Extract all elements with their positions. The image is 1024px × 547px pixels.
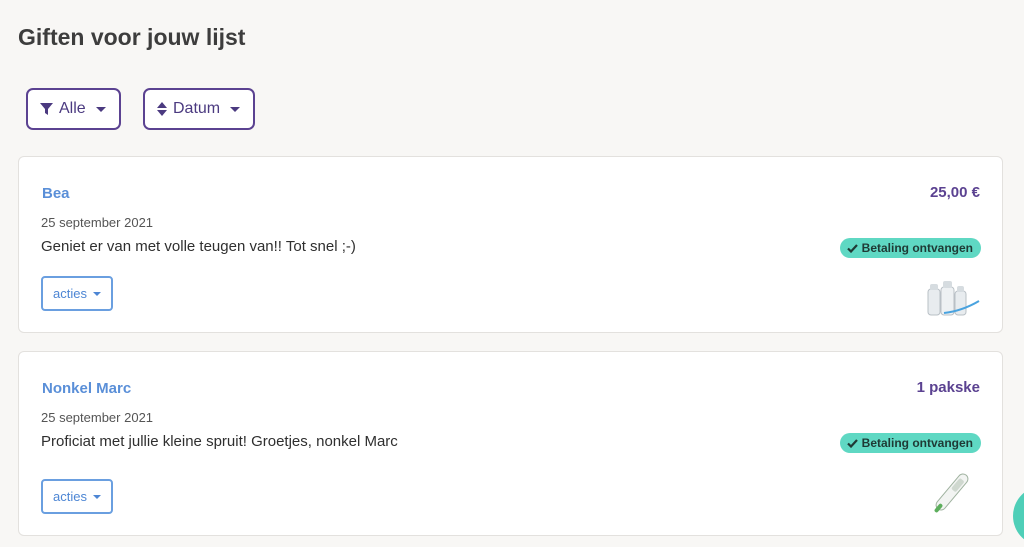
status-label: Betaling ontvangen (861, 436, 973, 450)
page-title: Giften voor jouw lijst (18, 24, 246, 50)
sort-label: Datum (173, 100, 221, 117)
chevron-down-icon (92, 494, 101, 499)
actions-button[interactable]: acties (41, 276, 113, 311)
gift-message: Proficiat met jullie kleine spruit! Groe… (41, 433, 398, 450)
filter-label: Alle (59, 100, 86, 117)
check-icon (846, 438, 858, 448)
status-badge: Betaling ontvangen (839, 238, 981, 258)
chevron-down-icon (92, 291, 101, 296)
sort-dropdown-button[interactable]: Datum (143, 88, 255, 130)
giver-name[interactable]: Bea (42, 185, 70, 202)
status-badge: Betaling ontvangen (839, 433, 981, 453)
gift-amount: 25,00 € (929, 184, 980, 201)
gift-date: 25 september 2021 (41, 215, 154, 230)
gift-card: Bea 25,00 € 25 september 2021 Geniet er … (18, 156, 1003, 333)
chevron-down-icon (230, 106, 241, 112)
status-label: Betaling ontvangen (861, 241, 973, 255)
chat-button[interactable] (1013, 486, 1024, 546)
gift-amount: 1 pakske (916, 379, 980, 396)
chevron-down-icon (95, 106, 106, 112)
filter-dropdown-button[interactable]: Alle (26, 88, 121, 130)
sort-icon (157, 102, 167, 116)
filter-icon (40, 102, 53, 115)
gift-message: Geniet er van met volle teugen van!! Tot… (41, 238, 356, 255)
gift-card: Nonkel Marc 1 pakske 25 september 2021 P… (18, 351, 1003, 536)
check-icon (846, 243, 858, 253)
gift-date: 25 september 2021 (41, 410, 154, 425)
actions-button[interactable]: acties (41, 479, 113, 514)
thermometer-icon (934, 473, 969, 513)
actions-label: acties (53, 489, 87, 504)
actions-label: acties (53, 286, 87, 301)
giver-name[interactable]: Nonkel Marc (42, 380, 131, 397)
baby-bottles-icon (927, 281, 980, 316)
